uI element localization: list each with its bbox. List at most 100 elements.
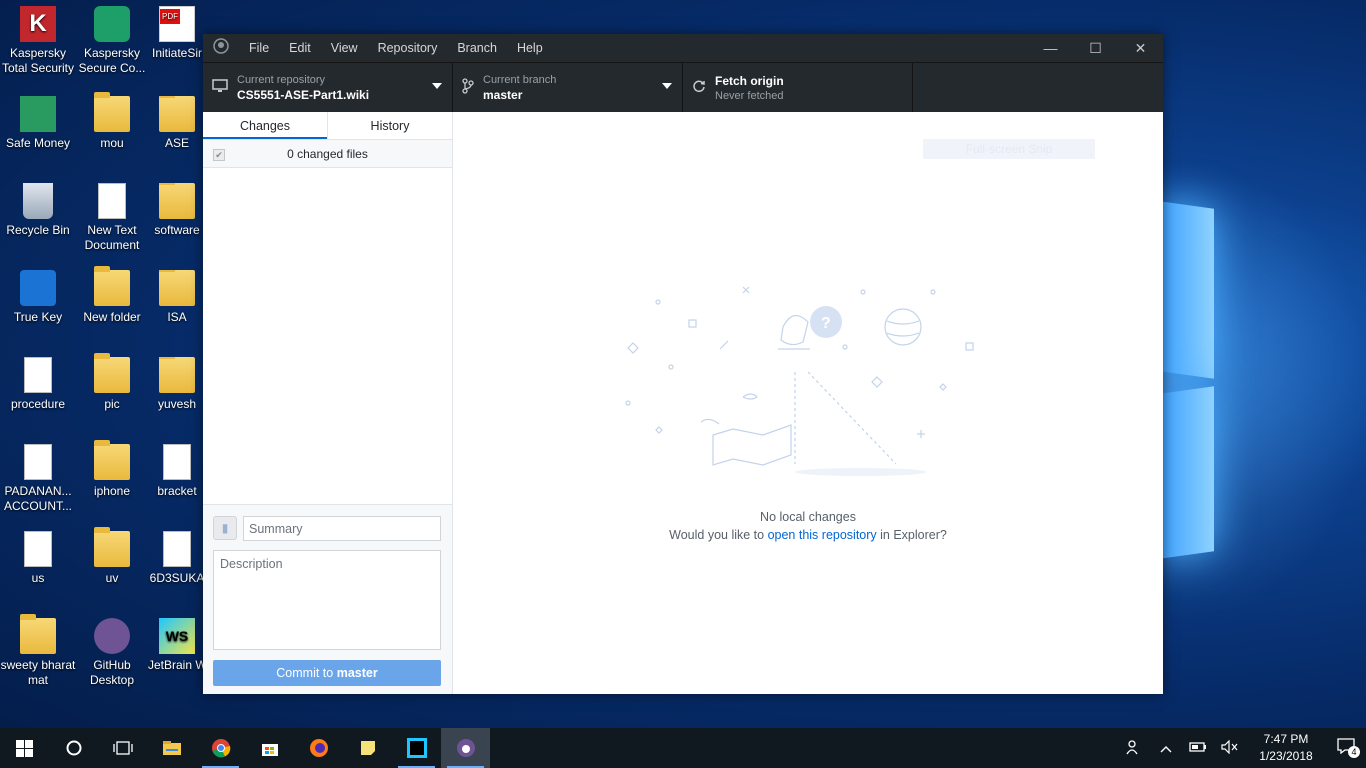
document-icon [163, 444, 191, 480]
desktop-icon-padanan[interactable]: PADANAN... ACCOUNT... [0, 444, 76, 514]
no-changes-illustration: ? [625, 286, 974, 476]
svg-text:?: ? [821, 315, 831, 332]
menu-help[interactable]: Help [507, 41, 553, 55]
current-branch-dropdown[interactable]: Current branch master [453, 63, 683, 112]
task-view-button[interactable] [98, 728, 147, 768]
desktop-icon-new-text-document[interactable]: New Text Document [74, 183, 150, 253]
desktop-icon-iphone[interactable]: iphone [74, 440, 150, 499]
desktop-icon-sweety[interactable]: sweety bharat mat [0, 614, 76, 688]
action-center-button[interactable]: 4 [1326, 737, 1366, 759]
desktop-icon-ase[interactable]: ASE [148, 96, 206, 151]
windows-start-icon [16, 739, 33, 757]
fetch-origin-button[interactable]: Fetch origin Never fetched [683, 63, 913, 112]
desktop-icon-label: sweety bharat mat [0, 658, 76, 687]
tab-changes[interactable]: Changes [203, 112, 327, 139]
folder-icon [94, 92, 130, 132]
current-repository-dropdown[interactable]: Current repository CS5551-ASE-Part1.wiki [203, 63, 453, 112]
desktop-icon-recycle-bin[interactable]: Recycle Bin [0, 183, 76, 238]
main-content: Full-screen Snip ? No local changes Woul… [453, 112, 1163, 694]
menu-branch[interactable]: Branch [447, 41, 507, 55]
menu-repository[interactable]: Repository [368, 41, 448, 55]
desktop-icon-mou[interactable]: mou [74, 92, 150, 151]
kaspersky-icon: K [20, 6, 56, 42]
snip-overlay-label: Full-screen Snip [923, 139, 1095, 159]
volume-muted-icon[interactable] [1214, 739, 1246, 757]
text-document-icon [98, 183, 126, 219]
maximize-button[interactable]: ☐ [1073, 40, 1118, 57]
firefox-icon [309, 739, 328, 757]
commit-panel: ▮ Commit to master [203, 504, 452, 694]
commit-button[interactable]: Commit to master [213, 660, 441, 686]
desktop-icon-uv[interactable]: uv [74, 527, 150, 586]
menu-edit[interactable]: Edit [279, 41, 321, 55]
description-field[interactable] [213, 550, 441, 650]
desktop-icon-yuvesh[interactable]: yuvesh [148, 357, 206, 412]
task-view-icon [112, 741, 133, 755]
close-button[interactable]: ✕ [1118, 40, 1163, 57]
desktop-icon-kaspersky-secure[interactable]: Kaspersky Secure Co... [74, 6, 150, 76]
desktop-icon-label: Kaspersky Secure Co... [78, 46, 146, 75]
desktop-icon-procedure[interactable]: procedure [0, 357, 76, 412]
folder-icon [94, 440, 130, 480]
desktop-icon-bracket[interactable]: bracket [148, 444, 206, 499]
battery-icon[interactable] [1182, 740, 1214, 756]
notification-count: 4 [1348, 745, 1360, 758]
document-icon [24, 357, 52, 393]
webstorm-icon: WS [159, 618, 195, 654]
webstorm-button[interactable] [392, 728, 441, 768]
tab-history[interactable]: History [327, 112, 452, 139]
desktop-icon-new-folder[interactable]: New folder [74, 266, 150, 325]
menu-file[interactable]: File [239, 41, 279, 55]
branch-caption: Current branch [483, 73, 557, 86]
search-circle-icon [66, 740, 81, 756]
menu-view[interactable]: View [321, 41, 368, 55]
select-all-checkbox[interactable]: ✔ [213, 149, 225, 161]
minimize-button[interactable]: — [1028, 40, 1073, 56]
cortana-search-button[interactable] [49, 728, 98, 768]
desktop-icon-safe-money[interactable]: Safe Money [0, 96, 76, 151]
chevron-up-icon[interactable] [1150, 740, 1182, 756]
desktop-icon-us[interactable]: us [0, 531, 76, 586]
safe-money-icon [20, 96, 56, 132]
folder-icon [159, 96, 195, 132]
chrome-button[interactable] [196, 728, 245, 768]
desktop-icon-6d3suka[interactable]: 6D3SUKA [148, 531, 206, 586]
desktop-icon-label: New Text Document [84, 223, 140, 252]
prompt-after: in Explorer? [876, 528, 947, 542]
desktop-icon-pic[interactable]: pic [74, 353, 150, 412]
desktop-icon-kaspersky-total[interactable]: K Kaspersky Total Security [0, 6, 76, 76]
sticky-notes-button[interactable] [343, 728, 392, 768]
chevron-down-icon [432, 83, 442, 89]
file-explorer-icon [162, 741, 181, 755]
github-desktop-taskbar-icon [456, 739, 475, 757]
branch-icon [453, 78, 483, 97]
start-button[interactable] [0, 728, 49, 768]
firefox-button[interactable] [294, 728, 343, 768]
kaspersky-secure-icon [94, 6, 130, 42]
document-icon [163, 531, 191, 567]
people-icon[interactable] [1118, 739, 1150, 758]
sticky-notes-icon [360, 741, 375, 755]
desktop-icon-initiate[interactable]: PDF InitiateSir [148, 6, 206, 61]
prompt-before: Would you like to [669, 528, 768, 542]
desktop-icon-software[interactable]: software [148, 183, 206, 238]
title-bar: File Edit View Repository Branch Help — … [203, 34, 1163, 62]
monitor-icon [203, 79, 237, 96]
desktop-icon-label: 6D3SUKA [149, 571, 205, 585]
store-button[interactable] [245, 728, 294, 768]
file-explorer-button[interactable] [147, 728, 196, 768]
desktop-icon-isa[interactable]: ISA [148, 270, 206, 325]
summary-input[interactable] [243, 516, 441, 541]
open-this-repository-link[interactable]: open this repository [768, 528, 877, 542]
clock[interactable]: 7:47 PM 1/23/2018 [1246, 731, 1326, 765]
sidebar-tabs: Changes History [203, 112, 452, 140]
image-file-icon [20, 614, 56, 654]
fetch-title: Fetch origin [715, 73, 784, 88]
desktop-icon-github-desktop[interactable]: GitHub Desktop [74, 618, 150, 688]
desktop-icon-webstorm[interactable]: WS JetBrain WebStor [148, 618, 206, 673]
folder-icon [94, 266, 130, 306]
true-key-icon [20, 270, 56, 306]
desktop-icon-label: pic [104, 397, 120, 411]
github-desktop-button[interactable] [441, 728, 490, 768]
desktop-icon-true-key[interactable]: True Key [0, 270, 76, 325]
